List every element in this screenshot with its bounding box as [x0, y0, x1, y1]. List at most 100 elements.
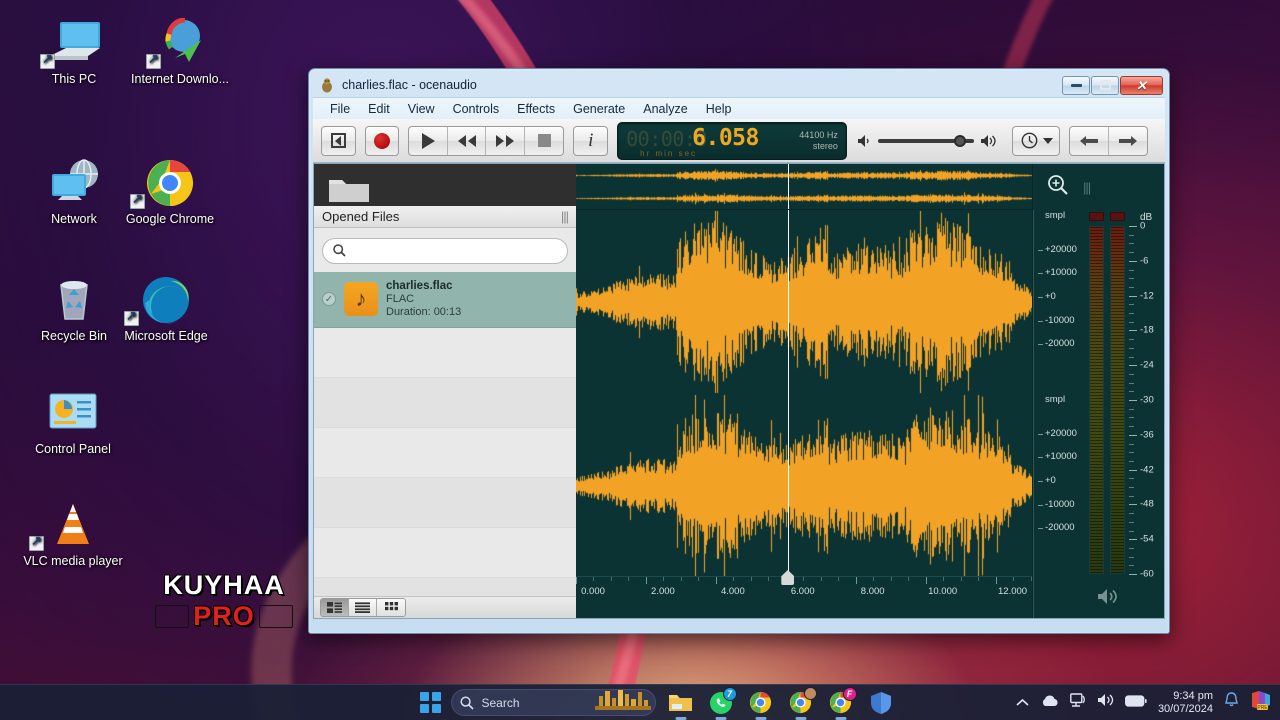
- search-icon: [459, 695, 474, 710]
- file-list[interactable]: ✓ ♪ charlies.flac FLAC Duration: 00:13: [314, 271, 576, 597]
- fast-forward-button[interactable]: [486, 126, 525, 155]
- menu-item-view[interactable]: View: [399, 100, 444, 118]
- waveform-editor[interactable]: 0.000 2.000 4.000 6.000 8.000 10.000 12.000: [576, 164, 1032, 618]
- running-indicator: [715, 716, 726, 720]
- desktop-icon-this-pc[interactable]: This PC: [22, 18, 126, 86]
- menu-item-file[interactable]: File: [321, 100, 359, 118]
- amplitude-tick: [1038, 249, 1043, 251]
- list-item-empty: [314, 577, 576, 597]
- panel-header: Opened Files |||: [314, 205, 576, 228]
- battery-icon[interactable]: [1124, 694, 1147, 712]
- db-label: -36: [1140, 429, 1154, 441]
- ruler-tick-major: [576, 577, 577, 584]
- folder-icon[interactable]: [328, 174, 370, 204]
- waveform-canvas-area[interactable]: [576, 210, 1032, 578]
- menu-item-analyze[interactable]: Analyze: [634, 100, 696, 118]
- amplitude-label: -10000: [1045, 314, 1075, 326]
- db-tick-minor: [1129, 286, 1134, 288]
- stop-button[interactable]: [525, 127, 563, 155]
- zoom-in-icon[interactable]: [1047, 174, 1069, 201]
- view-grid-button[interactable]: [377, 599, 405, 617]
- playback-cursor[interactable]: [787, 210, 789, 578]
- window-titlebar[interactable]: charlies.flac - ocenaudio ✕: [313, 73, 1165, 97]
- timeline-ruler[interactable]: 0.000 2.000 4.000 6.000 8.000 10.000 12.000: [576, 570, 1032, 618]
- search-input[interactable]: [353, 243, 557, 258]
- volume-icon[interactable]: [1097, 693, 1114, 712]
- menu-item-edit[interactable]: Edit: [359, 100, 399, 118]
- taskbar-app-windows-security[interactable]: [866, 688, 896, 718]
- time-display[interactable]: 00:00:0 6.058 hr min sec 44100 Hz stereo: [617, 121, 847, 160]
- ruler-tick-minor: [768, 577, 770, 581]
- rewind-icon: [457, 134, 476, 147]
- maximize-button[interactable]: [1091, 75, 1119, 95]
- desktop-icon-vlc-media-player[interactable]: VLC media player: [21, 500, 125, 568]
- clock-area[interactable]: 9:34 pm 30/07/2024: [1158, 690, 1213, 716]
- db-tick-minor: [1129, 530, 1134, 532]
- view-detail-button[interactable]: [321, 599, 349, 617]
- peak-indicator[interactable]: [1089, 212, 1104, 221]
- onedrive-icon[interactable]: [1040, 694, 1059, 712]
- menu-item-controls[interactable]: Controls: [444, 100, 509, 118]
- play-icon: [421, 132, 435, 149]
- file-checkbox[interactable]: ✓: [322, 292, 336, 307]
- desktop-icon-control-panel[interactable]: Control Panel: [21, 388, 125, 456]
- network-icon[interactable]: [1070, 692, 1086, 713]
- desktop-icon-label: Microsoft Edge: [124, 329, 208, 343]
- info-button[interactable]: i: [574, 127, 607, 155]
- taskbar-app-file-explorer[interactable]: [666, 688, 696, 720]
- tray-date: 30/07/2024: [1157, 702, 1213, 715]
- desktop-icon-label: Network: [51, 212, 97, 226]
- volume-control[interactable]: [857, 134, 998, 148]
- volume-slider[interactable]: [877, 134, 974, 147]
- play-button[interactable]: [409, 126, 448, 155]
- search-box[interactable]: [322, 237, 568, 264]
- nav-forward-button[interactable]: [1109, 127, 1147, 155]
- list-item[interactable]: ✓ ♪ charlies.flac FLAC Duration: 00:13: [314, 271, 576, 328]
- taskbar-app-google-chrome-profile[interactable]: [786, 686, 817, 720]
- ruler-tick-major: [925, 577, 927, 584]
- chevron-up-icon[interactable]: [1016, 694, 1029, 712]
- start-button[interactable]: [420, 692, 441, 713]
- desktop-icon-recycle-bin[interactable]: Recycle Bin: [22, 275, 126, 343]
- menu-item-effects[interactable]: Effects: [508, 100, 564, 118]
- record-button[interactable]: [366, 127, 399, 155]
- toggle-panel-button[interactable]: [322, 127, 355, 155]
- ruler-label: 4.000: [720, 586, 745, 597]
- view-list-button[interactable]: [349, 599, 377, 617]
- rewind-button[interactable]: [448, 126, 487, 155]
- amplitude-tick: [1038, 481, 1043, 482]
- desktop-icon-google-chrome[interactable]: Google Chrome: [118, 158, 222, 226]
- taskbar-app-google-chrome[interactable]: [746, 688, 776, 720]
- tray-app-icon[interactable]: PRE: [1250, 689, 1272, 716]
- volume-slider-knob[interactable]: [953, 134, 966, 147]
- db-tick-minor: [1129, 495, 1134, 497]
- waveform-overview[interactable]: [576, 164, 1032, 210]
- network-icon: [22, 158, 126, 208]
- desktop-icon-network[interactable]: Network: [22, 158, 126, 226]
- nav-back-button[interactable]: [1070, 126, 1109, 155]
- db-label: -60: [1140, 568, 1154, 580]
- taskbar-search[interactable]: Search: [450, 689, 656, 716]
- desktop-icon-internet-download-manager[interactable]: Internet Downlo...: [128, 18, 232, 86]
- taskbar-app-whatsapp[interactable]: 7: [706, 686, 737, 720]
- peak-indicator[interactable]: [1110, 212, 1125, 221]
- music-note-icon: ♪: [344, 282, 378, 317]
- menu-item-generate[interactable]: Generate: [564, 100, 634, 118]
- panel-title: Opened Files: [322, 208, 400, 224]
- rail-resize-grip[interactable]: |||: [1083, 180, 1091, 195]
- close-button[interactable]: ✕: [1120, 75, 1163, 95]
- amplitude-label: +20000: [1045, 427, 1077, 439]
- taskbar-app-google-chrome-facebook[interactable]: F: [826, 686, 857, 720]
- amplitude-tick: [1038, 297, 1043, 298]
- clock-button[interactable]: [1013, 127, 1059, 155]
- bell-icon[interactable]: [1224, 692, 1239, 713]
- db-scale: 0 -6 -12 -18 -24 -30 -36 -42 -48 -54 -60: [1129, 221, 1165, 580]
- panel-resize-grip[interactable]: |||: [561, 209, 569, 224]
- watermark-line1: KUYHAA: [163, 570, 285, 600]
- speaker-icon[interactable]: [1097, 588, 1121, 610]
- amplitude-label: -20000: [1045, 522, 1075, 534]
- menu-item-help[interactable]: Help: [697, 100, 741, 118]
- db-tick-minor: [1129, 443, 1134, 445]
- minimize-button[interactable]: [1062, 75, 1090, 95]
- desktop-icon-microsoft-edge[interactable]: Microsoft Edge: [114, 275, 218, 343]
